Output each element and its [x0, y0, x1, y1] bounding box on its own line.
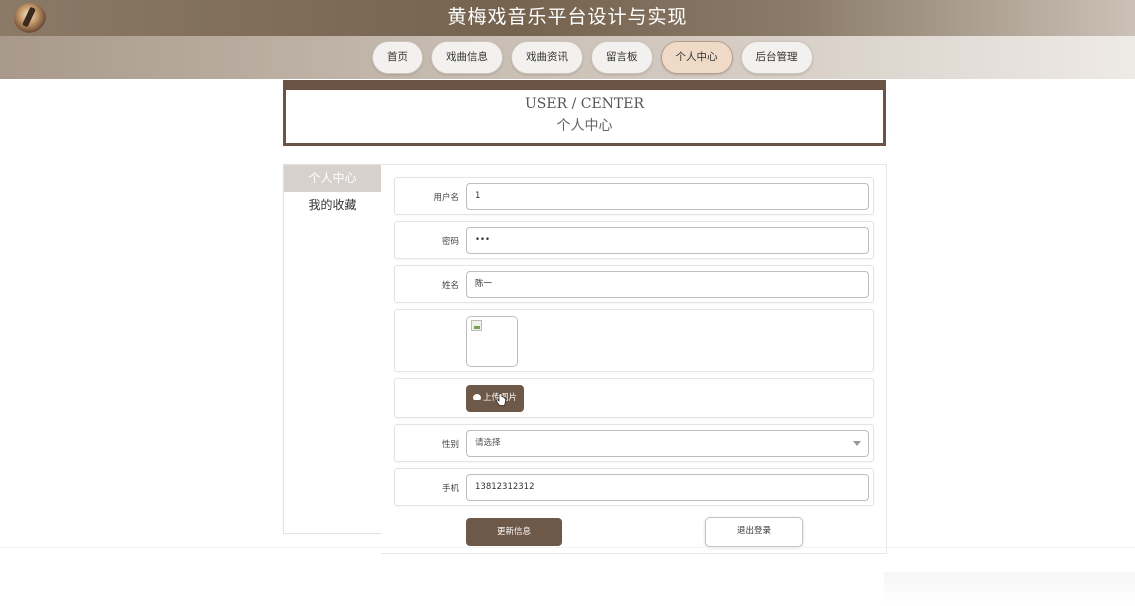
- nav-item-user-center[interactable]: 个人中心: [660, 41, 733, 74]
- chevron-down-icon: [853, 441, 861, 446]
- main-nav: 首页 戏曲信息 戏曲资讯 留言板 个人中心 后台管理: [0, 36, 1135, 79]
- sidebar-item-user-center[interactable]: 个人中心: [284, 165, 381, 192]
- form-row-password: 密码 •••: [394, 221, 874, 259]
- form-row-avatar: [394, 309, 874, 372]
- cloud-upload-icon: [472, 394, 481, 400]
- page-divider: [0, 547, 1135, 548]
- sidebar: 个人中心 我的收藏: [283, 164, 382, 534]
- password-input[interactable]: •••: [466, 227, 869, 254]
- bottom-shade: [884, 572, 1135, 606]
- nav-item-admin[interactable]: 后台管理: [740, 41, 813, 74]
- logout-button[interactable]: 退出登录: [705, 517, 803, 547]
- form-row-upload: 上传图片: [394, 378, 874, 418]
- avatar-preview: [466, 316, 518, 367]
- nav-item-opera-news[interactable]: 戏曲资讯: [511, 41, 583, 74]
- page-title-card: USER / CENTER 个人中心: [283, 80, 886, 146]
- username-label: 用户名: [433, 193, 459, 203]
- form-row-username: 用户名 1: [394, 177, 874, 215]
- form-row-name: 姓名 陈一: [394, 265, 874, 303]
- phone-input[interactable]: 13812312312: [466, 474, 869, 501]
- nav-list: 首页 戏曲信息 戏曲资讯 留言板 个人中心 后台管理: [372, 41, 813, 74]
- site-title: 黄梅戏音乐平台设计与实现: [447, 6, 688, 28]
- nav-item-home[interactable]: 首页: [372, 41, 423, 74]
- profile-form: 用户名 1 密码 ••• 姓名 陈一 上传图片 性别 请选择 手机 138123…: [381, 164, 887, 554]
- password-label: 密码: [441, 237, 459, 247]
- gender-select-placeholder: 请选择: [475, 438, 501, 448]
- page-title-en: USER / CENTER: [524, 96, 645, 112]
- sidebar-item-favorites[interactable]: 我的收藏: [284, 192, 381, 219]
- nav-item-opera-info[interactable]: 戏曲信息: [431, 41, 503, 74]
- upload-image-button[interactable]: 上传图片: [466, 385, 524, 412]
- phone-label: 手机: [441, 484, 459, 494]
- name-input[interactable]: 陈一: [466, 271, 869, 298]
- username-input[interactable]: 1: [466, 183, 869, 210]
- name-label: 姓名: [441, 281, 459, 291]
- gender-label: 性别: [441, 440, 459, 450]
- form-row-gender: 性别 请选择: [394, 424, 874, 462]
- page-title-cn: 个人中心: [556, 118, 613, 134]
- gender-select[interactable]: 请选择: [466, 430, 869, 457]
- nav-item-message-board[interactable]: 留言板: [591, 41, 653, 74]
- update-info-button[interactable]: 更新信息: [466, 518, 562, 546]
- hand-cursor-icon: [496, 393, 506, 406]
- form-row-phone: 手机 13812312312: [394, 468, 874, 506]
- top-header: 黄梅戏音乐平台设计与实现: [0, 0, 1135, 36]
- broken-image-icon: [471, 320, 482, 331]
